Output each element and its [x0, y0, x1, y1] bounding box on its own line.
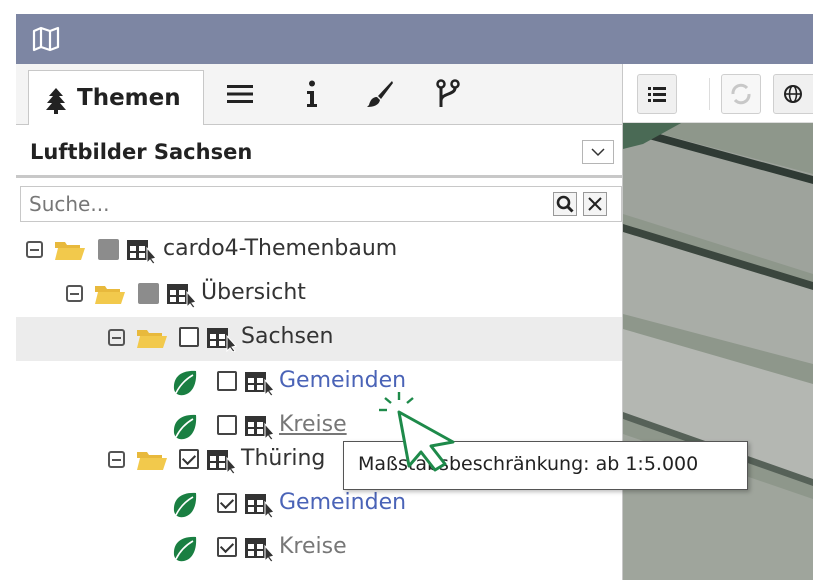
layer-checkbox[interactable] — [217, 493, 237, 513]
layer-select[interactable]: Luftbilder Sachsen — [16, 130, 622, 178]
tab-themen-label: Themen — [77, 85, 181, 111]
table-icon — [207, 328, 237, 352]
collapse-icon[interactable] — [108, 329, 125, 346]
tree-row-themenbaum[interactable]: cardo4-Themenbaum — [16, 229, 622, 273]
tree-label[interactable]: Gemeinden — [279, 368, 406, 393]
search-icon[interactable] — [553, 192, 577, 216]
tab-themen[interactable]: Themen — [28, 70, 204, 125]
map-view[interactable] — [623, 64, 813, 580]
tab-list[interactable] — [222, 78, 258, 110]
table-icon — [167, 284, 197, 308]
tree-label: Kreise — [279, 534, 347, 559]
aerial-imagery — [623, 64, 813, 580]
tree-label: cardo4-Themenbaum — [163, 236, 398, 261]
layer-panel: Themen Luftbilder Sachsen Suche... cardo… — [16, 64, 623, 580]
search-box: Suche... — [20, 186, 622, 222]
layer-checkbox[interactable] — [217, 537, 237, 557]
refresh-button[interactable] — [721, 74, 761, 114]
close-icon[interactable] — [583, 192, 607, 216]
layer-checkbox[interactable] — [179, 327, 199, 347]
tree-row-sachsen-gemeinden[interactable]: Gemeinden — [16, 361, 622, 405]
layer-checkbox[interactable] — [217, 371, 237, 391]
list-icon — [648, 87, 666, 102]
table-icon — [245, 494, 275, 518]
tree-icon — [46, 88, 66, 114]
folder-open-icon — [55, 242, 85, 260]
tab-info[interactable] — [294, 78, 330, 110]
tree-row-sachsen[interactable]: Sachsen — [16, 317, 622, 361]
collapse-icon[interactable] — [66, 285, 83, 302]
table-icon — [127, 240, 157, 264]
collapse-icon[interactable] — [26, 241, 43, 258]
leaf-icon — [173, 370, 197, 396]
folder-open-icon — [137, 330, 167, 348]
toolbar-divider — [709, 78, 710, 110]
chevron-down-icon[interactable] — [582, 140, 614, 164]
globe-icon — [784, 85, 802, 103]
tab-branch[interactable] — [430, 78, 466, 110]
collapse-icon[interactable] — [108, 451, 125, 468]
refresh-icon — [731, 83, 751, 105]
leaf-icon — [173, 536, 197, 562]
globe-button[interactable] — [773, 74, 813, 114]
table-icon — [207, 450, 237, 474]
title-bar — [16, 14, 813, 64]
pointer-cursor-icon — [379, 392, 455, 472]
tab-bar: Themen — [16, 64, 622, 125]
tree-label[interactable]: Kreise — [279, 412, 347, 437]
folder-open-icon — [137, 452, 167, 470]
table-icon — [245, 372, 275, 396]
list-icon — [227, 85, 253, 103]
leaf-icon — [173, 414, 197, 440]
tree-label: Sachsen — [241, 324, 334, 349]
tab-style[interactable] — [362, 78, 398, 110]
table-icon — [245, 538, 275, 562]
branch-icon — [436, 79, 460, 107]
map-toolbar — [623, 64, 813, 123]
layer-checkbox[interactable] — [179, 449, 199, 469]
partial-state-checkbox[interactable] — [138, 283, 159, 304]
layer-checkbox[interactable] — [217, 415, 237, 435]
folder-open-icon — [95, 286, 125, 304]
tree-label[interactable]: Gemeinden — [279, 490, 406, 515]
info-icon — [307, 80, 317, 107]
map-icon — [32, 26, 60, 52]
tree-label: Thüring — [241, 446, 326, 471]
leaf-icon — [173, 492, 197, 518]
tree-row-uebersicht[interactable]: Übersicht — [16, 273, 622, 317]
brush-icon — [367, 81, 393, 107]
partial-state-checkbox[interactable] — [98, 239, 119, 260]
tree-row-thueringen-kreise[interactable]: Kreise — [16, 527, 622, 571]
tree-label: Übersicht — [201, 280, 306, 305]
layer-select-value: Luftbilder Sachsen — [30, 140, 253, 164]
search-input[interactable]: Suche... — [29, 192, 109, 216]
table-icon — [245, 416, 275, 440]
legend-button[interactable] — [637, 74, 677, 114]
